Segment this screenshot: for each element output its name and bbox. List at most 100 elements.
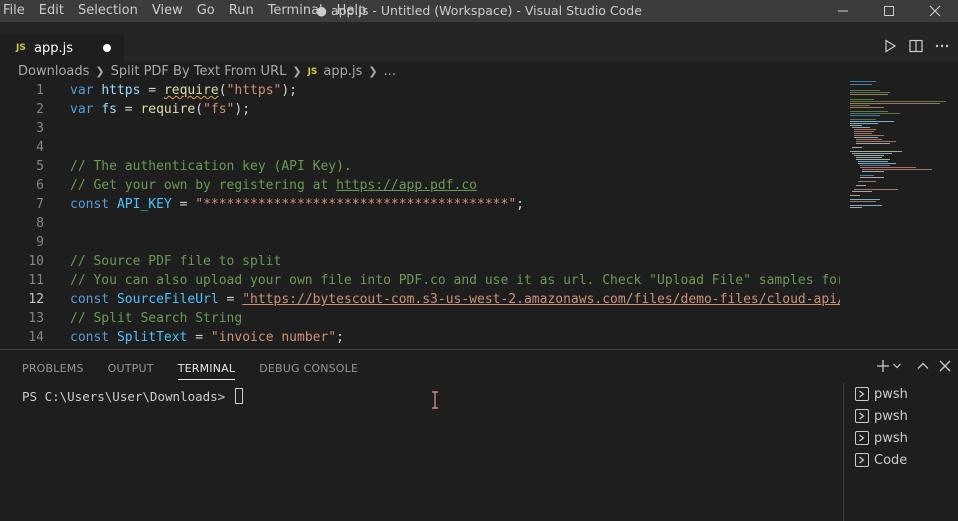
tab-debug-console[interactable]: DEBUG CONSOLE — [259, 360, 358, 380]
bottom-panel: PROBLEMS OUTPUT TERMINAL DEBUG CONSOLE P… — [0, 349, 958, 521]
editor-scrollbar[interactable] — [946, 81, 958, 349]
code-line: 8 — [0, 214, 840, 233]
play-icon — [885, 39, 897, 53]
line-number: 11 — [28, 273, 44, 288]
window-controls — [820, 0, 958, 22]
code-line: 5 // The authentication key (API Key). — [0, 157, 840, 176]
terminal-icon — [855, 387, 869, 401]
line-number: 6 — [36, 178, 44, 193]
javascript-file-icon: JS — [307, 66, 318, 77]
terminal-instance-label: pwsh — [874, 386, 908, 402]
terminal-output[interactable]: PS C:\Users\User\Downloads> — [22, 388, 243, 404]
panel-tabs: PROBLEMS OUTPUT TERMINAL DEBUG CONSOLE — [22, 360, 358, 380]
line-number: 13 — [28, 311, 44, 326]
tab-app-js[interactable]: JS app.js — [0, 34, 124, 62]
code-line: 4 — [0, 138, 840, 157]
terminal-instance-pwsh[interactable]: pwsh — [844, 427, 958, 449]
code-line: 12 const SourceFileUrl = "https://bytesc… — [0, 290, 840, 309]
minimize-button[interactable] — [820, 0, 866, 22]
terminal-icon — [855, 409, 869, 423]
terminal-icon — [855, 431, 869, 445]
breadcrumb: Downloads ❯ Split PDF By Text From URL ❯… — [18, 62, 396, 81]
code-line: 6 // Get your own by registering at http… — [0, 176, 840, 195]
line-content: // Split Search String — [70, 311, 243, 326]
code-line: 14 const SplitText = "invoice number"; — [0, 328, 840, 347]
javascript-file-icon: JS — [16, 43, 26, 53]
line-number: 3 — [36, 121, 44, 136]
menu-go[interactable]: Go — [190, 0, 222, 22]
new-terminal-plus-icon[interactable] — [876, 359, 890, 373]
code-editor[interactable]: 1 var https = require("https"); 2 var fs… — [0, 81, 958, 349]
minimap[interactable] — [846, 81, 946, 349]
comment-link[interactable]: https://app.pdf.co — [336, 178, 477, 193]
terminal-instance-pwsh[interactable]: pwsh — [844, 405, 958, 427]
line-content: var https = require("https"); — [70, 83, 298, 98]
line-number: 1 — [36, 83, 44, 98]
terminal-prompt: PS C:\Users\User\Downloads> — [22, 388, 233, 404]
minimize-icon — [838, 10, 848, 12]
line-content: // Get your own by registering at https:… — [70, 178, 477, 193]
code-line: 10 // Source PDF file to split — [0, 252, 840, 271]
line-number: 7 — [36, 197, 44, 212]
line-content: const SplitText = "invoice number"; — [70, 330, 344, 345]
chevron-right-icon: ❯ — [368, 65, 378, 78]
line-number: 5 — [36, 159, 44, 174]
line-number: 2 — [36, 102, 44, 117]
code-line: 1 var https = require("https"); — [0, 81, 840, 100]
line-number: 9 — [36, 235, 44, 250]
split-editor-button[interactable] — [906, 36, 926, 56]
menu-edit[interactable]: Edit — [32, 0, 71, 22]
menu-selection[interactable]: Selection — [71, 0, 145, 22]
menu-help[interactable]: Help — [330, 0, 374, 22]
ellipsis-icon — [935, 44, 949, 48]
tab-terminal[interactable]: TERMINAL — [177, 360, 236, 380]
line-number: 14 — [28, 330, 44, 345]
line-content: var fs = require("fs"); — [70, 102, 251, 117]
more-actions-button[interactable] — [932, 36, 952, 56]
menu-file[interactable]: File — [0, 0, 32, 22]
split-editor-icon — [909, 39, 923, 53]
run-button[interactable] — [880, 36, 900, 56]
maximize-button[interactable] — [866, 0, 912, 22]
code-line: 11 // You can also upload your own file … — [0, 271, 840, 290]
line-number: 12 — [28, 292, 44, 307]
close-icon — [929, 5, 941, 17]
breadcrumb-item-folder[interactable]: Split PDF By Text From URL — [111, 64, 287, 79]
menu-view[interactable]: View — [145, 0, 190, 22]
code-line: 9 — [0, 233, 840, 252]
line-content: // Source PDF file to split — [70, 254, 282, 269]
line-content: // The authentication key (API Key). — [70, 159, 352, 174]
menu-terminal[interactable]: Terminal — [261, 0, 330, 22]
chevron-right-icon: ❯ — [95, 65, 105, 78]
breadcrumb-item-symbols[interactable]: ... — [384, 64, 396, 79]
chevron-down-icon[interactable] — [892, 361, 902, 371]
terminal-instance-pwsh[interactable]: pwsh — [844, 383, 958, 405]
terminal-instance-label: pwsh — [874, 408, 908, 424]
menu-bar: File Edit Selection View Go Run Terminal… — [0, 0, 373, 22]
close-window-button[interactable] — [912, 0, 958, 22]
code-line: 7 const API_KEY = "*********************… — [0, 195, 840, 214]
title-bar: File Edit Selection View Go Run Terminal… — [0, 0, 958, 22]
tab-bar: JS app.js — [0, 22, 958, 62]
terminal-list: pwsh pwsh pwsh Code — [843, 383, 958, 521]
maximize-panel-chevron-up-icon[interactable] — [916, 359, 930, 373]
terminal-instance-code[interactable]: Code — [844, 449, 958, 471]
terminal-instance-label: pwsh — [874, 430, 908, 446]
close-panel-icon[interactable] — [938, 359, 952, 373]
text-cursor-ibeam-icon — [432, 391, 438, 409]
breadcrumb-item-downloads[interactable]: Downloads — [18, 64, 89, 79]
code-line: 13 // Split Search String — [0, 309, 840, 328]
menu-run[interactable]: Run — [222, 0, 261, 22]
unsaved-dot-icon[interactable] — [103, 44, 111, 52]
line-number: 10 — [28, 254, 44, 269]
breadcrumb-item-file[interactable]: app.js — [323, 64, 362, 79]
terminal-instance-label: Code — [874, 452, 908, 468]
editor-actions — [880, 34, 952, 58]
line-content: const SourceFileUrl = "https://bytescout… — [70, 292, 840, 307]
terminal-cursor — [234, 388, 243, 404]
chevron-right-icon: ❯ — [292, 65, 302, 78]
panel-actions — [876, 359, 952, 373]
tab-label: app.js — [34, 40, 73, 56]
tab-problems[interactable]: PROBLEMS — [22, 360, 84, 380]
tab-output[interactable]: OUTPUT — [108, 360, 154, 380]
